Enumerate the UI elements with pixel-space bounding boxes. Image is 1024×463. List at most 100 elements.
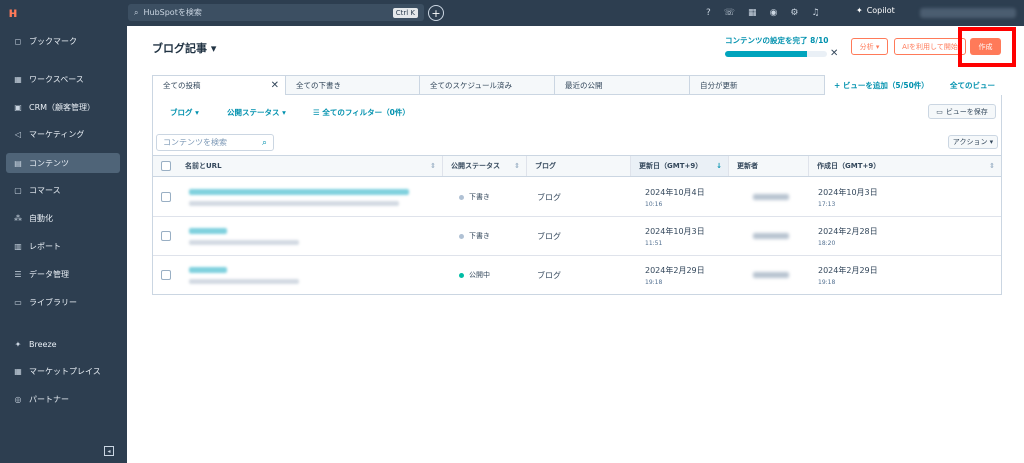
collapse-sidebar-icon[interactable]: ◂: [104, 446, 114, 456]
row-checkbox[interactable]: [161, 270, 171, 280]
updated-date: 2024年2月29日: [645, 265, 705, 275]
updated-date-cell: 2024年2月29日 19:18: [637, 256, 731, 294]
publish-status-cell: 公開中: [451, 256, 531, 294]
created-date-cell: 2024年2月29日 19:18: [810, 256, 990, 294]
post-name-url-cell[interactable]: [181, 256, 443, 294]
blog-cell: ブログ: [537, 192, 561, 202]
hubspot-logo-icon[interactable]: ʜ: [0, 0, 26, 26]
created-time: 18:20: [818, 239, 836, 247]
breeze-icon: ✦: [14, 339, 22, 349]
content-search-input[interactable]: コンテンツを検索 ⌕: [156, 134, 274, 151]
sidebar-item-marketing[interactable]: ◁ マーケティング: [6, 124, 120, 144]
created-date-cell: 2024年10月3日 17:13: [810, 178, 990, 216]
sort-icon[interactable]: ⇕: [430, 162, 436, 170]
analyze-dropdown-button[interactable]: 分析 ▾: [851, 38, 888, 55]
post-title-link-blurred[interactable]: [189, 266, 227, 273]
sidebar-item-label: マーケティング: [29, 129, 85, 139]
sidebar-item-data-management[interactable]: ☰ データ管理: [6, 264, 120, 284]
post-url-blurred: [189, 200, 399, 206]
sidebar-item-label: ブックマーク: [29, 36, 77, 46]
tab-all-posts[interactable]: 全ての投稿 ✕: [152, 75, 286, 95]
setup-progress-label[interactable]: コンテンツの設定を完了 8/10: [725, 35, 829, 46]
column-header-created-date[interactable]: 作成日（GMT+9） ⇕: [809, 156, 1001, 176]
sidebar-item-label: ライブラリー: [29, 297, 77, 307]
save-view-button[interactable]: ▭ ビューを保存: [928, 104, 996, 119]
sidebar-item-marketplace[interactable]: ▦ マーケットプレイス: [6, 361, 120, 381]
marketplace-icon: ▦: [14, 366, 22, 376]
create-button-highlight-box: [958, 27, 1016, 67]
updated-by-cell: [745, 256, 815, 294]
updated-date: 2024年10月4日: [645, 187, 705, 197]
account-menu-blurred[interactable]: [920, 8, 1016, 18]
top-icon-group: ? ☏ ▦ ◉ ⚙ ♫: [706, 0, 820, 26]
page-title-dropdown[interactable]: ブログ記事 ▾: [152, 40, 216, 56]
save-view-label: ビューを保存: [945, 107, 988, 116]
phone-icon[interactable]: ☏: [724, 8, 735, 18]
ai-start-button[interactable]: AIを利用して開始: [894, 38, 966, 55]
global-search-input[interactable]: ⌕ HubSpotを検索 Ctrl K: [128, 4, 424, 21]
column-header-updated-date[interactable]: 更新日（GMT+9） ↓: [631, 156, 729, 176]
quick-create-button[interactable]: +: [428, 5, 444, 21]
updated-by-blurred: [753, 194, 789, 200]
column-label: 更新日（GMT+9）: [639, 162, 703, 170]
sidebar-item-reports[interactable]: ▥ レポート: [6, 236, 120, 256]
sort-icon[interactable]: ⇕: [989, 162, 995, 170]
column-header-publish-status[interactable]: 公開ステータス ⇕: [443, 156, 527, 176]
sidebar-item-label: コンテンツ: [29, 158, 69, 168]
table-row[interactable]: 公開中 ブログ 2024年2月29日 19:18 2024年2月29日 19:18: [153, 256, 1001, 295]
all-filters-button[interactable]: ☰ 全てのフィルター（0件）: [313, 107, 410, 118]
copilot-button[interactable]: ✦ Copilot: [856, 6, 895, 15]
sidebar-item-partner[interactable]: ◎ パートナー: [6, 389, 120, 409]
tab-label: 全ての投稿: [163, 81, 201, 90]
updated-time: 11:51: [645, 239, 663, 247]
tab-recently-published[interactable]: 最近の公開: [555, 75, 690, 95]
table-row[interactable]: 下書き ブログ 2024年10月3日 11:51 2024年2月28日 18:20: [153, 217, 1001, 256]
blog-cell: ブログ: [537, 231, 561, 241]
close-tab-icon[interactable]: ✕: [271, 80, 279, 91]
table-row[interactable]: 下書き ブログ 2024年10月4日 10:16 2024年10月3日 17:13: [153, 178, 1001, 217]
column-header-updated-by[interactable]: 更新者: [729, 156, 809, 176]
help-icon[interactable]: ?: [706, 8, 711, 18]
notification-bell-icon[interactable]: ♫: [812, 8, 820, 18]
help-center-icon[interactable]: ◉: [770, 8, 778, 18]
sidebar-item-label: レポート: [29, 241, 61, 251]
tab-all-drafts[interactable]: 全ての下書き: [286, 75, 420, 95]
all-views-link[interactable]: 全てのビュー: [950, 80, 995, 91]
tab-updated-by-me[interactable]: 自分が更新: [690, 75, 825, 95]
sidebar-item-content[interactable]: ▤ コンテンツ: [6, 153, 120, 173]
updated-by-blurred: [753, 272, 789, 278]
sidebar-item-library[interactable]: ▭ ライブラリー: [6, 292, 120, 312]
publish-status-filter-dropdown[interactable]: 公開ステータス ▾: [227, 107, 286, 118]
content-search-placeholder: コンテンツを検索: [163, 138, 227, 147]
sort-desc-icon[interactable]: ↓: [716, 162, 722, 170]
sidebar-item-breeze[interactable]: ✦ Breeze: [6, 334, 120, 354]
sort-icon[interactable]: ⇕: [514, 162, 520, 170]
partner-icon: ◎: [14, 394, 22, 404]
actions-dropdown-button[interactable]: アクション ▾: [948, 135, 998, 149]
close-icon[interactable]: ✕: [830, 48, 838, 59]
select-all-checkbox[interactable]: [161, 161, 171, 171]
automation-icon: ⁂: [14, 213, 22, 223]
marketplace-icon[interactable]: ▦: [748, 8, 757, 18]
sidebar-item-commerce[interactable]: ▢ コマース: [6, 180, 120, 200]
sidebar-item-label: パートナー: [29, 394, 69, 404]
column-header-blog[interactable]: ブログ: [527, 156, 631, 176]
search-icon[interactable]: ⌕: [262, 138, 267, 148]
post-name-url-cell[interactable]: [181, 217, 443, 255]
sidebar-item-automation[interactable]: ⁂ 自動化: [6, 208, 120, 228]
post-title-link-blurred[interactable]: [189, 227, 227, 234]
row-checkbox[interactable]: [161, 192, 171, 202]
column-header-name-url[interactable]: 名前とURL ⇕: [177, 156, 443, 176]
sidebar-item-bookmarks[interactable]: ◻ ブックマーク: [6, 31, 120, 51]
row-checkbox[interactable]: [161, 231, 171, 241]
post-title-link-blurred[interactable]: [189, 188, 409, 195]
add-view-link[interactable]: + ビューを追加（5/50件）: [834, 80, 929, 91]
settings-gear-icon[interactable]: ⚙: [790, 8, 798, 18]
post-name-url-cell[interactable]: [181, 178, 443, 216]
blog-filter-dropdown[interactable]: ブログ ▾: [170, 107, 199, 118]
sidebar-item-workspace[interactable]: ▦ ワークスペース: [6, 69, 120, 89]
tab-all-scheduled[interactable]: 全てのスケジュール済み: [420, 75, 555, 95]
created-date: 2024年10月3日: [818, 187, 878, 197]
sidebar-item-crm[interactable]: ▣ CRM（顧客管理）: [6, 97, 120, 117]
sidebar-item-label: マーケットプレイス: [29, 366, 101, 376]
